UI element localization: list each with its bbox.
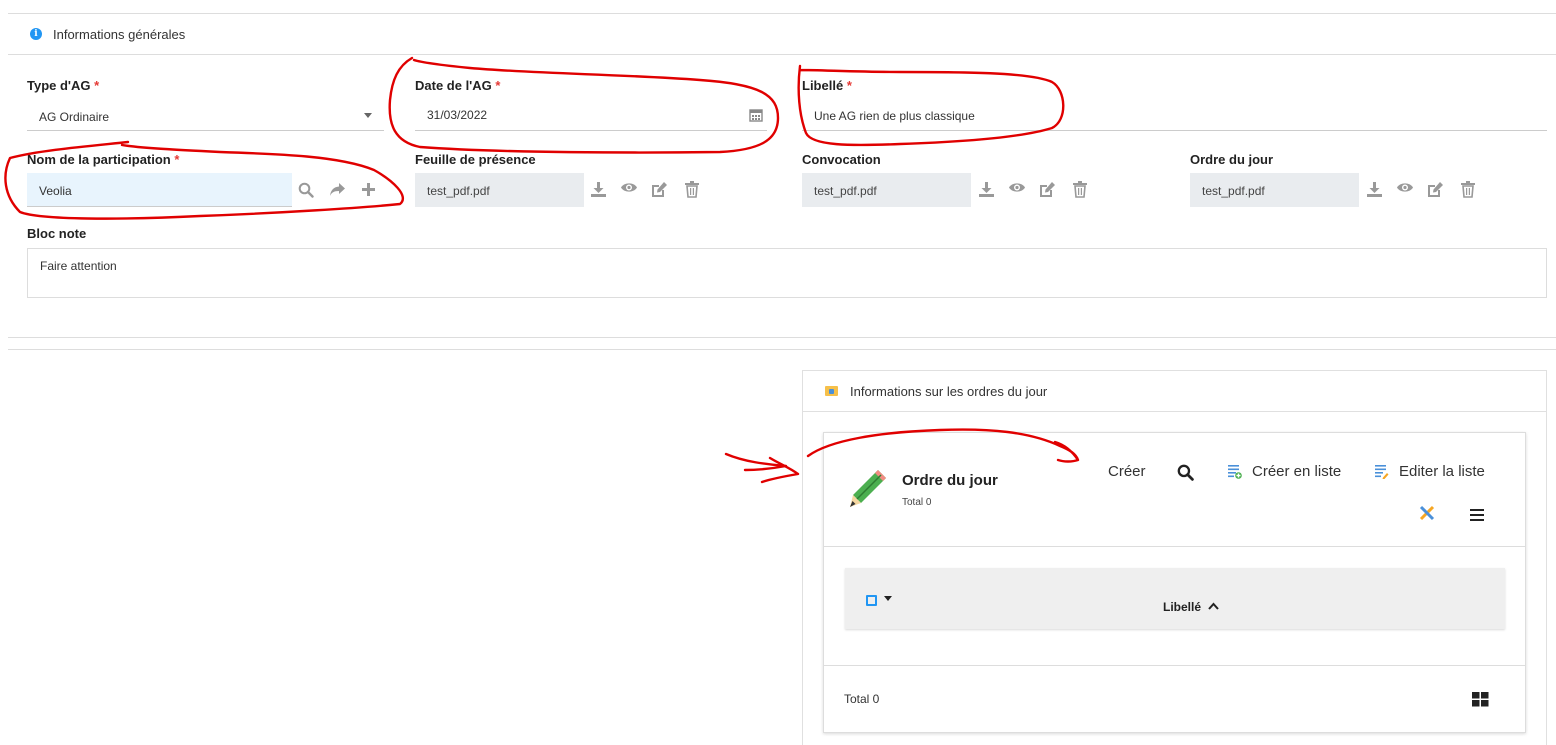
agenda-panel-header: Informations sur les ordres du jour	[803, 371, 1546, 412]
edit-list-label: Editer la liste	[1399, 463, 1485, 480]
type-ag-label: Type d'AG *	[27, 78, 100, 93]
feuille-file-name: test_pdf.pdf	[427, 184, 490, 198]
libelle-input[interactable]: Une AG rien de plus classique	[802, 100, 1547, 131]
create-label: Créer	[1108, 463, 1146, 480]
agenda-panel-title: Informations sur les ordres du jour	[850, 383, 1048, 399]
sort-asc-icon	[1208, 602, 1220, 610]
ordre-file-name: test_pdf.pdf	[1202, 184, 1265, 198]
date-ag-label: Date de l'AG *	[415, 78, 501, 93]
share-icon[interactable]	[329, 182, 346, 197]
grid-header-row: Libellé	[845, 568, 1505, 629]
card-total: Total 0	[902, 497, 932, 508]
edit-list-button[interactable]: Editer la liste	[1375, 463, 1485, 480]
download-icon[interactable]	[590, 181, 607, 198]
bloc-note-label: Bloc note	[27, 226, 87, 241]
feuille-label: Feuille de présence	[415, 152, 536, 167]
convocation-label: Convocation	[802, 152, 881, 167]
libelle-label: Libellé *	[802, 78, 852, 93]
agenda-card-footer: Total 0	[824, 665, 1525, 734]
general-info-title: Informations générales	[53, 26, 186, 42]
section-divider	[8, 349, 1556, 350]
general-info-header: i Informations générales	[8, 14, 1556, 55]
type-ag-value: AG Ordinaire	[39, 110, 110, 124]
ordre-label: Ordre du jour	[1190, 152, 1274, 167]
chevron-down-icon[interactable]	[884, 596, 892, 601]
trash-icon[interactable]	[1073, 181, 1087, 198]
feuille-file-field[interactable]: test_pdf.pdf	[415, 173, 584, 207]
participation-input[interactable]: Veolia	[27, 173, 292, 207]
select-all-checkbox[interactable]	[866, 595, 877, 606]
download-icon[interactable]	[978, 181, 995, 198]
search-button[interactable]	[1177, 464, 1194, 481]
bloc-note-value: Faire attention	[40, 259, 117, 273]
download-icon[interactable]	[1366, 181, 1383, 198]
menu-icon[interactable]	[1470, 508, 1484, 526]
bloc-note-textarea[interactable]: Faire attention	[27, 248, 1547, 298]
calendar-icon[interactable]	[749, 108, 763, 125]
eye-icon[interactable]	[620, 181, 638, 194]
grid-view-icon[interactable]	[1472, 692, 1489, 712]
eye-icon[interactable]	[1008, 181, 1026, 194]
eye-icon[interactable]	[1396, 181, 1414, 194]
search-icon[interactable]	[298, 182, 314, 198]
plus-icon[interactable]	[361, 182, 376, 197]
agenda-panel: Informations sur les ordres du jour Ordr…	[802, 370, 1547, 745]
info-icon: i	[30, 28, 42, 40]
edit-icon[interactable]	[1039, 181, 1056, 198]
libelle-value: Une AG rien de plus classique	[814, 109, 975, 123]
card-title: Ordre du jour	[902, 472, 998, 489]
date-ag-value: 31/03/2022	[427, 108, 488, 122]
annotation-arrow-shaft	[724, 452, 788, 472]
participation-label: Nom de la participation *	[27, 152, 180, 167]
date-ag-input[interactable]: 31/03/2022	[415, 100, 767, 131]
convocation-file-name: test_pdf.pdf	[814, 184, 877, 198]
search-icon	[1177, 464, 1194, 481]
edit-icon[interactable]	[651, 181, 668, 198]
footer-total: Total 0	[844, 692, 880, 706]
agenda-card: Ordre du jour Total 0 Créer Créer en lis…	[823, 432, 1526, 733]
list-edit-icon	[1375, 465, 1389, 479]
type-ag-select[interactable]: AG Ordinaire	[27, 100, 384, 131]
create-button[interactable]: Créer	[1108, 463, 1146, 480]
pencil-icon	[848, 467, 890, 514]
column-header-libelle[interactable]: Libellé	[1163, 600, 1220, 614]
trash-icon[interactable]	[685, 181, 699, 198]
annotation-arrow-head	[760, 456, 800, 484]
edit-icon[interactable]	[1427, 181, 1444, 198]
list-add-icon	[1228, 465, 1242, 479]
trash-icon[interactable]	[1461, 181, 1475, 198]
create-list-button[interactable]: Créer en liste	[1228, 463, 1341, 480]
create-list-label: Créer en liste	[1252, 463, 1342, 480]
chevron-down-icon	[364, 113, 372, 118]
ordre-file-field[interactable]: test_pdf.pdf	[1190, 173, 1359, 207]
section-divider	[8, 337, 1556, 338]
tools-icon[interactable]	[1419, 505, 1435, 526]
participation-value: Veolia	[39, 184, 72, 198]
agenda-card-header: Ordre du jour Total 0 Créer Créer en lis…	[824, 433, 1525, 547]
convocation-file-field[interactable]: test_pdf.pdf	[802, 173, 971, 207]
folder-icon	[825, 386, 838, 396]
